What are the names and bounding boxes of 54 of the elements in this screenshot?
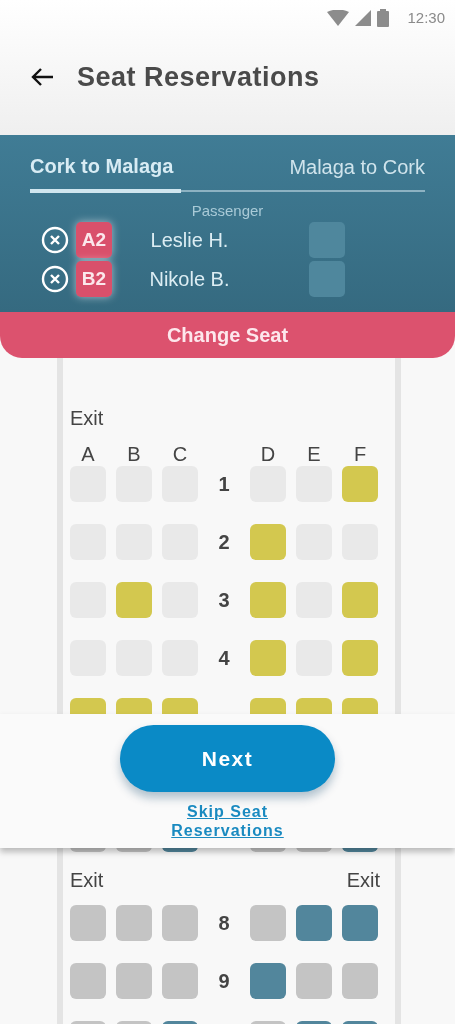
change-seat-button[interactable]: Change Seat	[0, 312, 455, 358]
row-number: 9	[217, 969, 231, 994]
wifi-icon	[327, 10, 350, 26]
row-number: 2	[217, 530, 231, 555]
seat[interactable]	[250, 582, 286, 618]
seat-slot	[309, 261, 345, 297]
exit-label: Exit	[70, 868, 104, 892]
seat[interactable]	[116, 963, 152, 999]
back-arrow-icon[interactable]	[30, 67, 54, 87]
seat[interactable]	[296, 963, 332, 999]
column-letter: A	[80, 442, 96, 466]
seat[interactable]	[296, 905, 332, 941]
passenger-name: Nikole B.	[148, 267, 231, 292]
column-heading: Passenger	[190, 202, 265, 220]
remove-icon[interactable]	[41, 226, 69, 254]
seat[interactable]	[70, 905, 106, 941]
seat[interactable]	[342, 963, 378, 999]
row-number: 1	[217, 472, 231, 497]
seat-slot	[309, 222, 345, 258]
seat[interactable]	[70, 963, 106, 999]
seat[interactable]	[162, 963, 198, 999]
row-number: 8	[217, 911, 231, 936]
seat[interactable]	[250, 640, 286, 676]
remove-icon[interactable]	[41, 265, 69, 293]
time-text: 12:30	[407, 7, 445, 28]
seat[interactable]	[250, 905, 286, 941]
signal-icon	[355, 10, 372, 26]
next-button[interactable]: Next	[120, 725, 335, 792]
seat[interactable]	[342, 466, 378, 502]
route-tab[interactable]: Malaga to Cork	[289, 151, 425, 190]
seat[interactable]	[250, 963, 286, 999]
exit-label: Exit	[70, 406, 105, 430]
battery-icon	[377, 9, 390, 27]
row-number: 4	[217, 646, 231, 671]
column-letter: C	[171, 442, 189, 466]
route-tab[interactable]: Cork to Malaga	[30, 151, 181, 193]
seat[interactable]	[250, 524, 286, 560]
exit-label: Exit	[346, 868, 380, 892]
seat[interactable]	[116, 582, 152, 618]
column-letter: F	[352, 442, 368, 466]
row-number: 3	[217, 588, 231, 613]
passenger-name: Leslie H.	[149, 228, 230, 253]
column-letter: D	[259, 442, 277, 466]
seat[interactable]	[162, 905, 198, 941]
page-title: Seat Reservations	[77, 60, 320, 94]
column-letter: B	[126, 442, 142, 466]
skip-link[interactable]: Skip Seat Reservations	[162, 802, 293, 840]
seat-badge: B2	[76, 261, 112, 297]
seat[interactable]	[342, 582, 378, 618]
seat[interactable]	[342, 905, 378, 941]
column-letter: E	[306, 442, 322, 466]
seat-badge: A2	[76, 222, 112, 258]
seat[interactable]	[116, 905, 152, 941]
seat[interactable]	[342, 640, 378, 676]
